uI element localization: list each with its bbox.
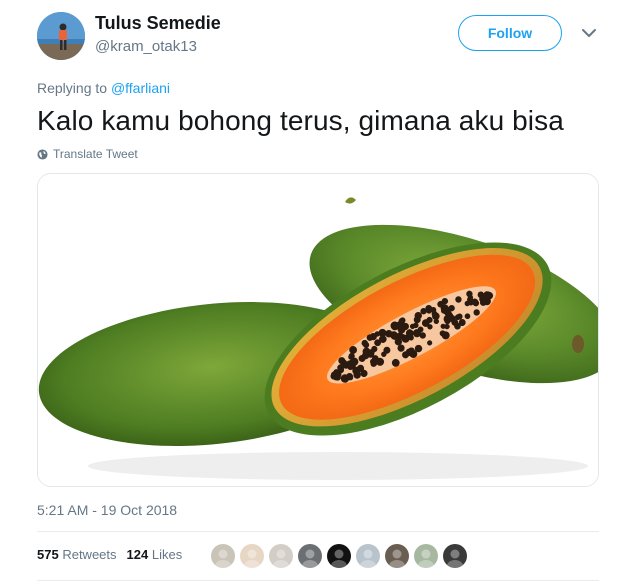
liker-avatar[interactable] [385,544,409,568]
author-name[interactable]: Tulus Semedie [95,13,221,34]
follow-button[interactable]: Follow [458,15,562,51]
liker-avatar[interactable] [298,544,322,568]
translate-tweet-button[interactable]: Translate Tweet [37,147,138,161]
retweets-count: 575 [37,547,59,562]
divider [37,580,599,581]
papaya-image [38,174,598,486]
retweets-label: Retweets [62,547,117,562]
divider [37,531,599,532]
globe-icon [37,148,48,160]
liker-avatar[interactable] [443,544,467,568]
liker-avatar[interactable] [327,544,351,568]
retweets-stat[interactable]: 575 Retweets [37,547,117,562]
liker-avatars [211,544,467,568]
likes-count: 124 [126,547,149,562]
reply-context: Replying to @ffarliani [37,80,170,96]
reply-to-link[interactable]: @ffarliani [111,80,170,96]
tweet-stats: 575 Retweets 124 Likes [37,547,182,562]
liker-avatar[interactable] [240,544,264,568]
likes-stat[interactable]: 124 Likes [127,547,183,562]
tweet-media[interactable] [37,173,599,487]
tweet-text: Kalo kamu bohong terus, gimana aku bisa [37,105,564,136]
chevron-down-icon[interactable] [580,24,598,42]
avatar[interactable] [37,12,85,60]
translate-label: Translate Tweet [53,147,138,161]
liker-avatar[interactable] [356,544,380,568]
author-handle[interactable]: @kram_otak13 [95,38,197,55]
tweet-timestamp[interactable]: 5:21 AM - 19 Oct 2018 [37,502,177,518]
reply-prefix: Replying to [37,80,108,96]
liker-avatar[interactable] [269,544,293,568]
liker-avatar[interactable] [414,544,438,568]
likes-label: Likes [151,547,183,562]
liker-avatar[interactable] [211,544,235,568]
